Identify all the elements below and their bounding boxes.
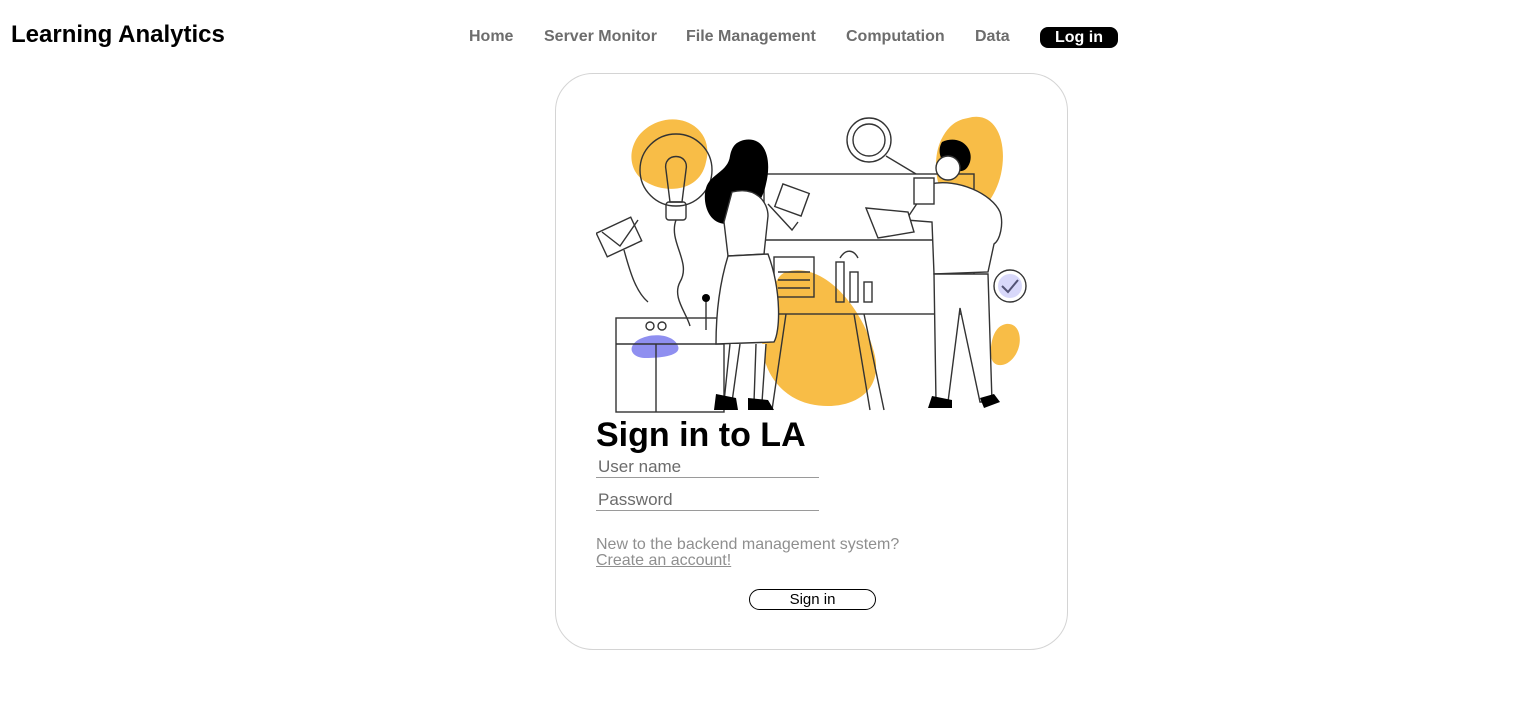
nav-server-monitor-link[interactable]: Server Monitor <box>544 28 657 46</box>
create-account-link[interactable]: Create an account! <box>596 553 731 569</box>
nav-computation-link[interactable]: Computation <box>846 28 945 46</box>
password-input[interactable] <box>596 489 819 511</box>
signin-button[interactable]: Sign in <box>749 589 876 610</box>
signin-card: Sign in to LA New to the backend managem… <box>555 73 1068 650</box>
app-brand-title: Learning Analytics <box>11 21 225 48</box>
nav-data-link[interactable]: Data <box>975 28 1010 46</box>
signin-title: Sign in to LA <box>596 416 806 454</box>
team-collaboration-illustration <box>596 116 1027 413</box>
nav-home-link[interactable]: Home <box>469 28 513 46</box>
username-input[interactable] <box>596 456 819 478</box>
new-user-prompt: New to the backend management system? <box>596 536 900 553</box>
login-button[interactable]: Log in <box>1040 27 1118 48</box>
nav-file-management-link[interactable]: File Management <box>686 28 816 46</box>
